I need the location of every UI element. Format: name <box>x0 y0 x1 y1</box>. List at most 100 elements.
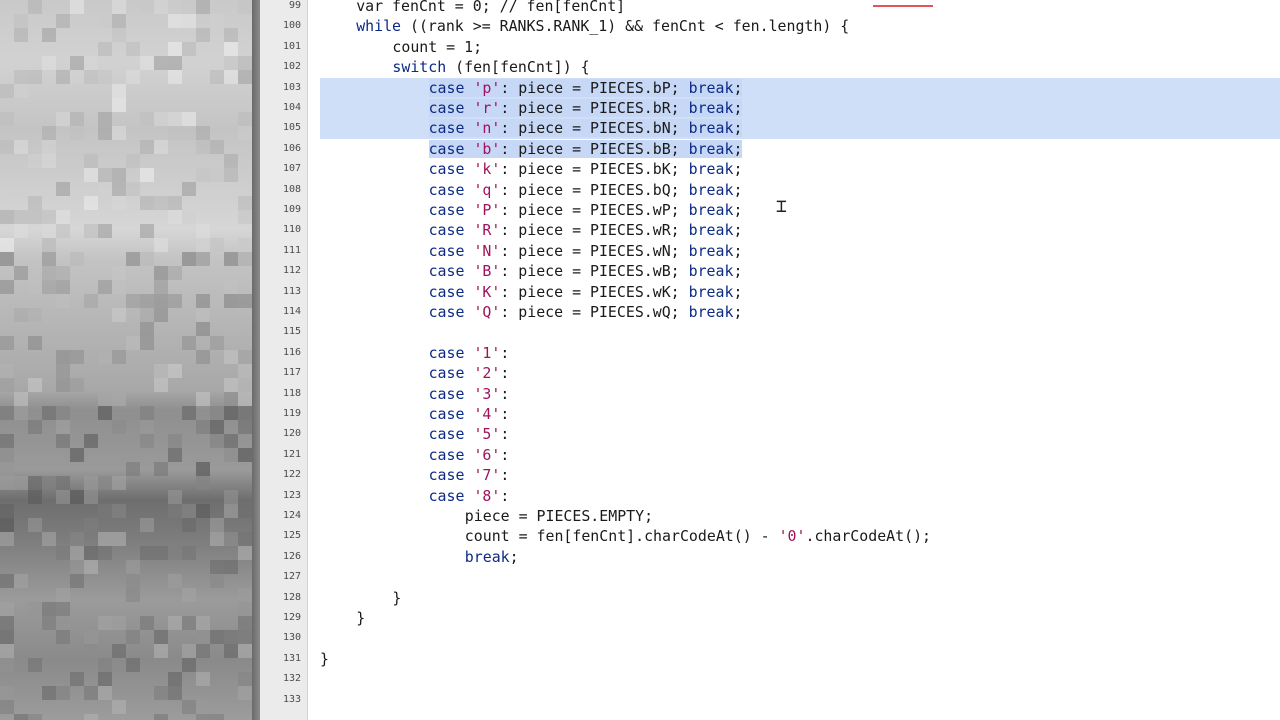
background-noise <box>182 112 196 126</box>
line-number: 125 <box>282 530 301 542</box>
code-line[interactable]: case 'Q': piece = PIECES.wQ; break; <box>429 302 743 322</box>
keyword-token: break <box>464 547 510 566</box>
background-noise <box>14 70 28 84</box>
code-line[interactable]: case 'p': piece = PIECES.bP; break; <box>428 78 743 98</box>
code-token: : <box>500 445 510 464</box>
string-token: '2' <box>473 364 501 383</box>
background-noise <box>0 434 14 448</box>
string-token: 'N' <box>473 241 501 260</box>
background-noise <box>238 392 252 406</box>
code-line[interactable]: case 'r': piece = PIECES.bR; break; <box>428 98 743 118</box>
background-noise <box>70 532 84 546</box>
keyword-token: case <box>428 486 465 505</box>
background-noise <box>210 630 224 644</box>
code-line[interactable]: case '8': <box>429 486 510 506</box>
code-text: } <box>356 609 365 627</box>
code-text: case '3': <box>429 385 510 403</box>
code-line[interactable]: case 'B': piece = PIECES.wB; break; <box>429 261 743 281</box>
background-noise <box>98 658 112 672</box>
background-noise <box>0 448 14 462</box>
background-noise <box>140 322 154 336</box>
code-line[interactable]: case 'K': piece = PIECES.wK; break; <box>429 282 743 302</box>
background-noise <box>42 686 56 700</box>
code-line[interactable]: case '2': <box>429 363 510 383</box>
background-noise <box>56 602 70 616</box>
background-noise <box>56 364 70 378</box>
background-noise <box>140 546 154 560</box>
background-noise <box>112 476 126 490</box>
code-line[interactable]: case '5': <box>429 424 510 444</box>
background-noise <box>28 196 42 210</box>
background-noise <box>154 112 168 126</box>
code-line[interactable]: var fenCnt = 0; // fen[fenCnt] <box>356 0 625 16</box>
code-line[interactable]: count = fen[fenCnt].charCodeAt() - '0'.c… <box>465 526 931 546</box>
background-noise <box>28 490 42 504</box>
background-noise <box>56 686 70 700</box>
code-line[interactable]: case '6': <box>429 445 510 465</box>
code-line[interactable]: case '3': <box>429 384 510 404</box>
line-number: 100 <box>282 20 301 32</box>
background-noise <box>0 658 14 672</box>
code-line[interactable]: count = 1; <box>392 37 482 57</box>
code-line[interactable]: case 'b': piece = PIECES.bB; break; <box>428 139 743 159</box>
background-noise <box>98 616 112 630</box>
code-line[interactable]: case 'P': piece = PIECES.wP; break; <box>429 200 743 220</box>
code-line[interactable]: case 'n': piece = PIECES.bN; break; <box>428 118 743 138</box>
background-noise <box>224 644 238 658</box>
code-line[interactable]: } <box>320 649 329 669</box>
code-token: ; <box>733 201 743 219</box>
code-line[interactable]: case 'N': piece = PIECES.wN; break; <box>429 241 743 261</box>
background-noise <box>126 336 140 350</box>
background-noise <box>140 252 154 266</box>
background-noise <box>238 630 252 644</box>
keyword-token: case <box>428 303 465 321</box>
code-line[interactable]: case 'q': piece = PIECES.bQ; break; <box>429 180 743 200</box>
background-noise <box>238 238 252 252</box>
code-line[interactable]: } <box>356 608 365 628</box>
background-noise <box>98 168 112 182</box>
background-noise <box>182 546 196 560</box>
code-editor[interactable]: var fenCnt = 0; // fen[fenCnt] while ((ra… <box>308 0 1280 720</box>
background-noise <box>168 546 182 560</box>
code-line[interactable]: } <box>392 588 401 608</box>
code-token: ; <box>733 180 743 199</box>
background-noise <box>140 112 154 126</box>
background-noise <box>140 224 154 238</box>
background-noise <box>0 518 14 532</box>
background-noise <box>28 70 42 84</box>
background-noise <box>112 196 126 210</box>
background-noise <box>224 294 238 308</box>
code-line[interactable]: case '1': <box>429 343 510 363</box>
background-noise <box>42 616 56 630</box>
background-noise <box>196 140 210 154</box>
background-noise <box>238 350 252 364</box>
string-token: '7' <box>473 466 501 485</box>
code-text: case 'q': piece = PIECES.bQ; break; <box>429 181 743 199</box>
keyword-token: case <box>428 384 465 403</box>
line-number: 118 <box>282 387 301 399</box>
code-token: ; <box>733 99 743 117</box>
background-noise <box>42 280 56 294</box>
string-token: 'b' <box>473 139 501 158</box>
background-noise <box>112 392 126 406</box>
background-noise <box>112 126 126 140</box>
code-text: case '7': <box>429 466 510 484</box>
background-noise <box>98 126 112 140</box>
code-line[interactable]: case '7': <box>429 465 510 485</box>
background-noise <box>84 686 98 700</box>
code-line[interactable]: while ((rank >= RANKS.RANK_1) && fenCnt … <box>356 16 849 36</box>
background-noise <box>84 560 98 574</box>
background-noise <box>224 168 238 182</box>
background-noise <box>210 70 224 84</box>
code-line[interactable]: case 'k': piece = PIECES.bK; break; <box>429 159 743 179</box>
code-line[interactable]: break; <box>465 547 519 567</box>
background-noise <box>112 350 126 364</box>
keyword-token: case <box>428 119 465 138</box>
background-noise <box>112 658 126 672</box>
background-noise <box>210 434 224 448</box>
code-line[interactable]: piece = PIECES.EMPTY; <box>465 506 653 526</box>
code-line[interactable]: case 'R': piece = PIECES.wR; break; <box>429 220 743 240</box>
code-line[interactable]: case '4': <box>429 404 510 424</box>
background-noise <box>0 686 14 700</box>
code-line[interactable]: switch (fen[fenCnt]) { <box>392 57 589 77</box>
